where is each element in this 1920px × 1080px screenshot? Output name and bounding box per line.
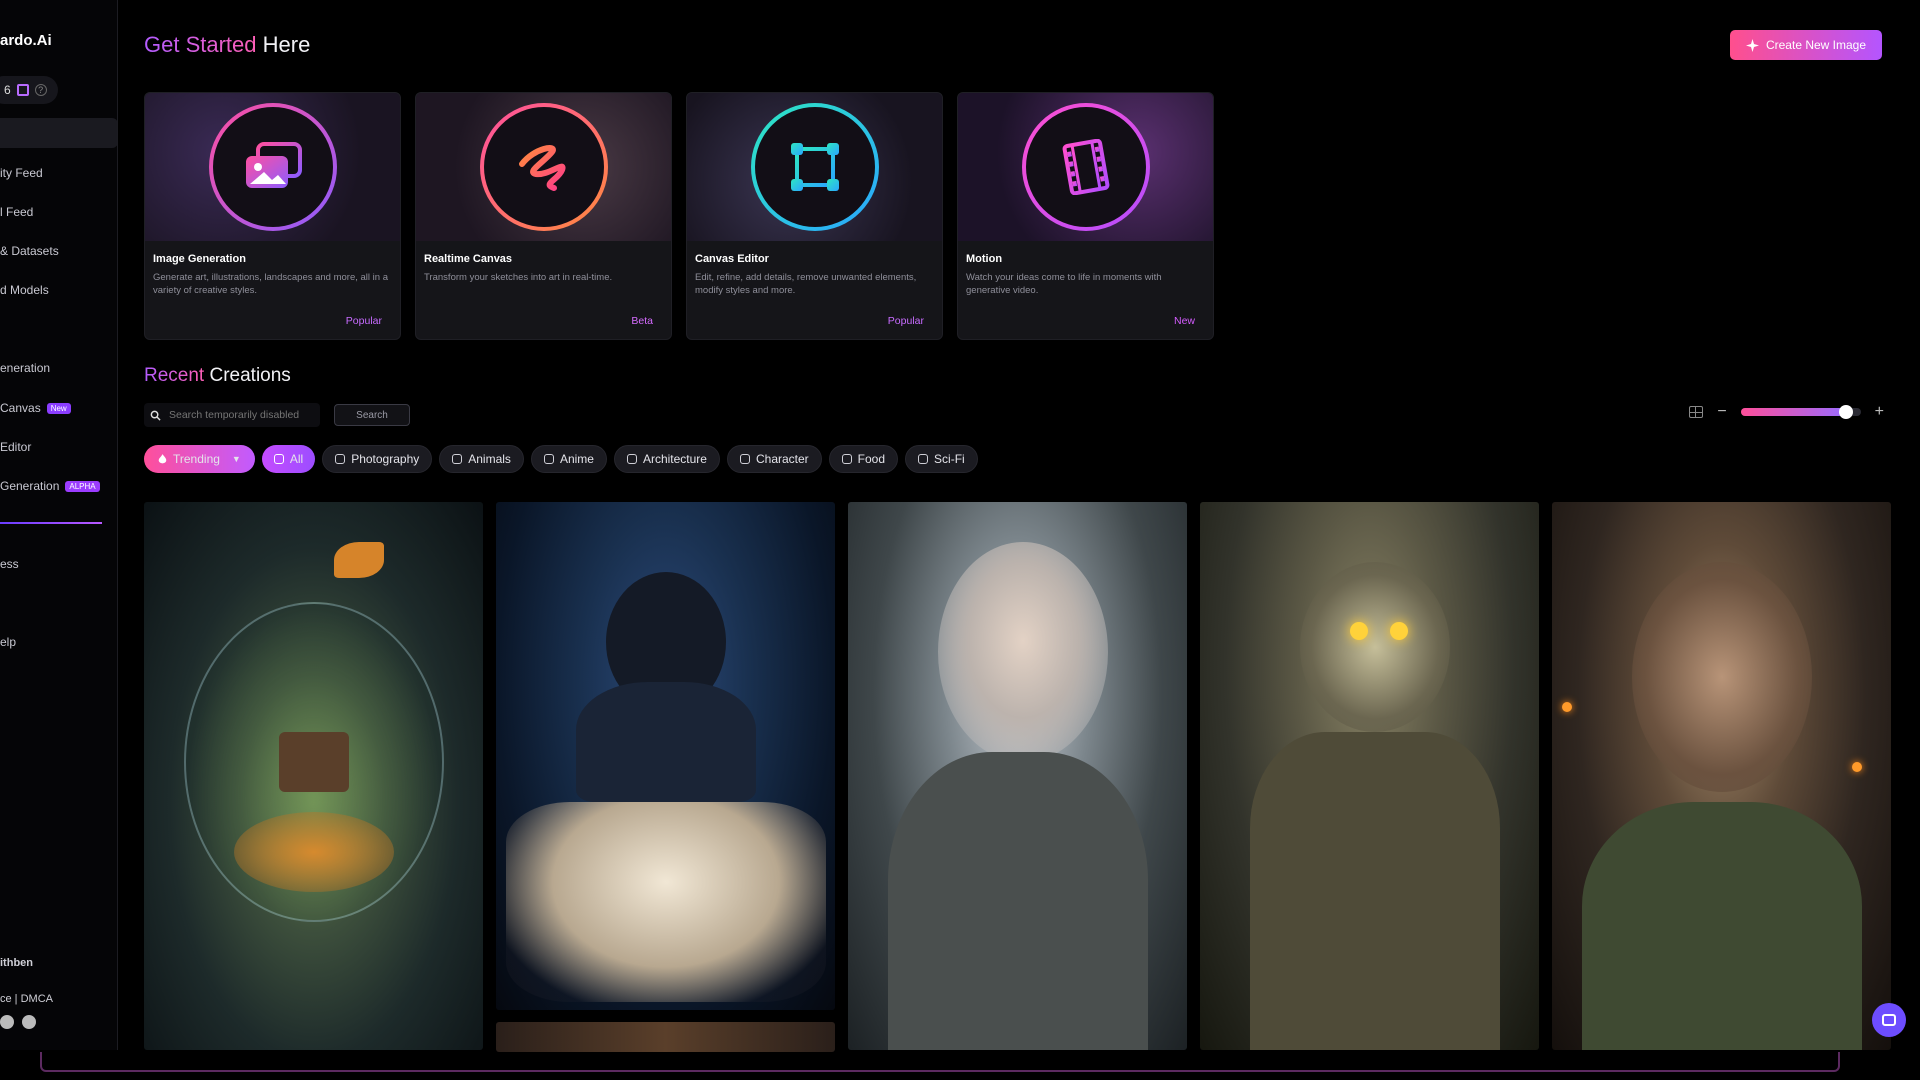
brand-logo[interactable]: ardo.Ai (0, 32, 52, 49)
sidebar-item-home[interactable] (0, 118, 117, 148)
filter-trending-dropdown[interactable]: Trending ▼ (144, 445, 255, 473)
sidebar-item-access[interactable]: ess (0, 557, 19, 571)
chevron-down-icon: ▼ (231, 454, 241, 464)
create-new-image-button[interactable]: Create New Image (1730, 30, 1882, 60)
window-bottom-edge (40, 1052, 1840, 1072)
search-input[interactable] (169, 409, 309, 421)
film-strip-icon (1062, 139, 1109, 195)
sidebar-item-community-feed[interactable]: ity Feed (0, 166, 43, 180)
bounding-box-icon (790, 143, 839, 191)
sidebar-item-image-generation[interactable]: eneration (0, 361, 50, 375)
filter-anime[interactable]: Anime (530, 445, 607, 473)
zoom-slider-handle[interactable] (1839, 405, 1854, 419)
gallery-image-white-haired-girl[interactable] (848, 502, 1187, 1050)
sidebar-item-datasets[interactable]: & Datasets (0, 244, 59, 258)
chat-support-button[interactable] (1872, 1003, 1906, 1037)
grid-layout-icon[interactable] (1689, 406, 1704, 418)
zoom-slider[interactable] (1740, 405, 1861, 419)
filter-food[interactable]: Food (828, 445, 899, 473)
get-started-title: Get Started Here (144, 32, 311, 57)
category-filters: Trending ▼ All Photography Animals Anime… (144, 445, 978, 473)
new-tag: New (1173, 315, 1195, 327)
sidebar-username[interactable]: ithben (0, 957, 33, 969)
paw-icon (452, 454, 463, 464)
tool-card-image-generation[interactable]: Image Generation Generate art, illustrat… (144, 92, 401, 340)
filter-photography[interactable]: Photography (322, 445, 433, 473)
social-links (0, 1015, 36, 1029)
sidebar-item-motion-generation[interactable]: Generation ALPHA (0, 479, 100, 493)
tool-card-realtime-canvas[interactable]: Realtime Canvas Transform your sketches … (415, 92, 672, 340)
gallery-image-anime-boy-cards[interactable] (496, 502, 835, 1010)
sidebar-divider (0, 522, 102, 524)
tool-card-canvas-editor[interactable]: Canvas Editor Edit, refine, add details,… (686, 92, 943, 340)
filter-animals[interactable]: Animals (439, 445, 524, 473)
search-icon (150, 410, 161, 421)
sparkle-icon (1745, 38, 1759, 52)
zoom-out-icon[interactable]: − (1717, 404, 1726, 420)
search-bar (144, 403, 320, 427)
sidebar-item-help[interactable]: elp (0, 635, 16, 649)
filter-architecture[interactable]: Architecture (613, 445, 720, 473)
filter-character[interactable]: Character (726, 445, 822, 473)
token-balance[interactable]: 6 ? (0, 76, 58, 104)
search-button[interactable]: Search (334, 404, 410, 426)
sidebar: ardo.Ai 6 ? ity Feed l Feed & Datasets d… (0, 0, 118, 1050)
popular-tag: Popular (345, 315, 382, 327)
food-icon (841, 454, 852, 464)
person-icon (739, 454, 750, 464)
view-controls: − + (1689, 404, 1884, 420)
helmet-icon (918, 454, 929, 464)
image-stack-icon (245, 142, 302, 188)
building-icon (626, 454, 637, 464)
camera-icon (335, 454, 346, 464)
alpha-badge: ALPHA (65, 480, 100, 492)
tool-cards: Image Generation Generate art, illustrat… (144, 92, 1214, 340)
zoom-in-icon[interactable]: + (1875, 404, 1884, 420)
gallery-image-glass-apple-island[interactable] (144, 502, 483, 1050)
gallery-image-rugged-man[interactable] (1552, 502, 1891, 1050)
sidebar-item-canvas-editor[interactable]: Editor (0, 440, 31, 454)
token-icon (16, 84, 29, 96)
sidebar-item-personal-feed[interactable]: l Feed (0, 205, 33, 219)
new-badge: New (46, 402, 71, 414)
tool-card-motion[interactable]: Motion Watch your ideas come to life in … (957, 92, 1214, 340)
brush-stroke-icon (518, 145, 566, 191)
gallery-image-partial[interactable] (496, 1022, 835, 1052)
filter-all[interactable]: All (261, 445, 316, 473)
popular-tag: Popular (887, 315, 924, 327)
filter-sci-fi[interactable]: Sci-Fi (905, 445, 978, 473)
recent-creations-title: Recent Creations (144, 365, 291, 386)
sidebar-item-realtime-canvas[interactable]: Canvas New (0, 401, 71, 415)
apple-icon[interactable] (22, 1015, 36, 1029)
help-circle-icon[interactable]: ? (34, 84, 47, 96)
beta-tag: Beta (631, 315, 653, 327)
creations-gallery (144, 502, 1891, 1052)
grid-icon (273, 454, 284, 464)
flame-icon (158, 453, 167, 463)
discord-icon[interactable] (0, 1015, 14, 1029)
sidebar-item-models[interactable]: d Models (0, 283, 49, 297)
sidebar-legal-links[interactable]: ce | DMCA (0, 993, 53, 1005)
sparkle-icon (543, 454, 554, 464)
chat-icon (1882, 1014, 1896, 1026)
main-content: Get Started Here Create New Image Image … (118, 0, 1920, 1052)
gallery-image-robot-soldier[interactable] (1200, 502, 1539, 1050)
